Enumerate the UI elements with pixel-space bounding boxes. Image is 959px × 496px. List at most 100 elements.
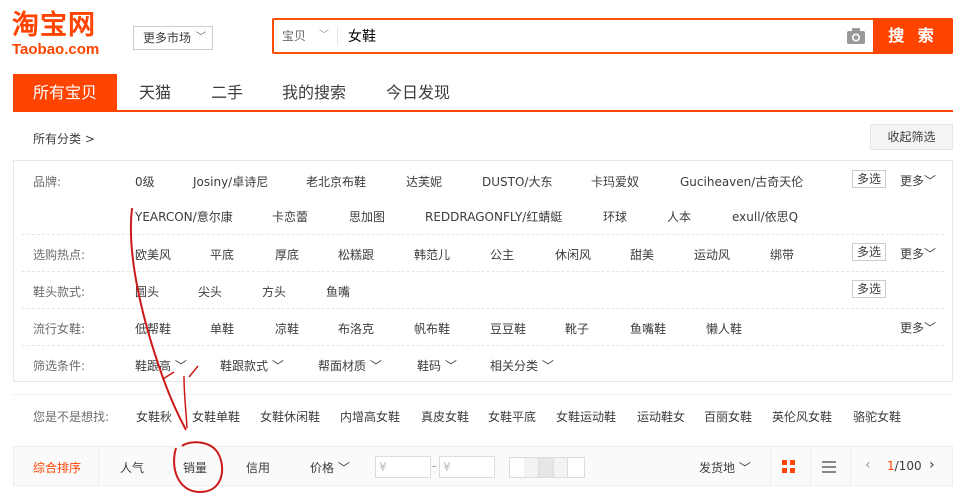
filter-item[interactable]: 绑带 <box>770 246 794 263</box>
filter-item[interactable]: 厚底 <box>275 246 299 263</box>
more-markets-dropdown[interactable]: 更多市场 ﹀ <box>133 26 213 50</box>
filter-item[interactable]: 帆布鞋 <box>414 320 450 337</box>
filter-dropdown[interactable]: 鞋跟款式 ﹀ <box>220 357 284 374</box>
filter-item[interactable]: 思加图 <box>349 208 385 225</box>
divider <box>770 447 771 485</box>
filter-item[interactable]: 休闲风 <box>555 246 591 263</box>
multi-select-button[interactable]: 多选 <box>852 280 887 298</box>
filter-item[interactable]: 公主 <box>490 246 514 263</box>
chevron-left-icon[interactable]: ‹ <box>865 457 871 473</box>
filter-item[interactable]: 平底 <box>210 246 234 263</box>
filter-row-hot: 选购热点: 欧美风 平底 厚底 松糕跟 韩范儿 公主 休闲风 甜美 运动风 绑带… <box>14 235 952 272</box>
filter-row-conditions: 筛选条件: 鞋跟高 ﹀ 鞋跟款式 ﹀ 帮面材质 ﹀ 鞋码 ﹀ 相关分类 ﹀ <box>14 346 952 382</box>
more-button[interactable]: 更多﹀ <box>900 319 936 336</box>
filter-item[interactable]: 布洛克 <box>338 320 374 337</box>
tab-second-hand[interactable]: 二手 <box>207 74 247 112</box>
taobao-logo[interactable]: 淘宝网 Taobao.com <box>12 10 122 62</box>
filter-row-brand: 品牌: 0级 Josiny/卓诗尼 老北京布鞋 达芙妮 DUSTO/大东 卡玛爱… <box>14 161 952 235</box>
filter-item[interactable]: 方头 <box>262 283 286 300</box>
ship-from-dropdown[interactable]: 发货地 ﹀ <box>699 459 751 476</box>
did-you-mean: 您是不是想找: 女鞋秋 女鞋单鞋 女鞋休闲鞋 内增高女鞋 真皮女鞋 女鞋平底 女… <box>13 394 953 434</box>
suggest-link[interactable]: 英伦风女鞋 <box>772 408 832 425</box>
sort-bar: 综合排序 人气 销量 信用 价格 ﹀ ¥ - ¥ 发货地 ﹀ ‹ 1/100 › <box>13 446 953 486</box>
filter-item[interactable]: exull/依思Q <box>732 208 798 225</box>
chevron-down-icon: ﹀ <box>196 32 206 43</box>
filter-item[interactable]: 卡恋蕾 <box>272 208 308 225</box>
suggest-link[interactable]: 女鞋秋 <box>136 408 172 425</box>
filter-item[interactable]: 0级 <box>135 173 155 190</box>
filter-item[interactable]: 甜美 <box>630 246 654 263</box>
view-toggle-placeholder[interactable] <box>509 457 585 478</box>
filter-item[interactable]: 松糕跟 <box>338 246 374 263</box>
chevron-right-icon[interactable]: › <box>929 457 935 473</box>
more-button[interactable]: 更多﹀ <box>900 172 936 189</box>
filter-item[interactable]: 凉鞋 <box>275 320 299 337</box>
sort-credit[interactable]: 信用 <box>246 459 270 476</box>
filter-dropdown[interactable]: 鞋跟高 ﹀ <box>135 357 187 374</box>
filter-item[interactable]: 欧美风 <box>135 246 171 263</box>
filter-dropdown[interactable]: 相关分类 ﹀ <box>490 357 554 374</box>
suggest-link[interactable]: 女鞋单鞋 <box>192 408 240 425</box>
more-button[interactable]: 更多﹀ <box>900 245 936 262</box>
multi-select-button[interactable]: 多选 <box>852 170 887 188</box>
tab-my-search[interactable]: 我的搜索 <box>279 74 349 112</box>
suggest-link[interactable]: 百丽女鞋 <box>704 408 752 425</box>
camera-icon[interactable] <box>845 26 867 46</box>
filter-item[interactable]: 运动风 <box>694 246 730 263</box>
filter-item[interactable]: 鱼嘴鞋 <box>630 320 666 337</box>
filter-item[interactable]: 鱼嘴 <box>326 283 350 300</box>
more-markets-label: 更多市场 <box>143 31 192 45</box>
pager-total: /100 <box>894 459 922 473</box>
sort-default[interactable]: 综合排序 <box>33 459 81 476</box>
sort-popularity[interactable]: 人气 <box>120 459 144 476</box>
price-max-input[interactable]: ¥ <box>439 456 495 478</box>
filter-item[interactable]: 低帮鞋 <box>135 320 171 337</box>
tab-all-items[interactable]: 所有宝贝 <box>13 74 117 112</box>
search-button[interactable]: 搜 索 <box>873 18 953 54</box>
filter-item[interactable]: 韩范儿 <box>414 246 450 263</box>
filter-item[interactable]: 人本 <box>667 208 691 225</box>
filter-item[interactable]: 单鞋 <box>210 320 234 337</box>
filter-label: 流行女鞋: <box>33 322 86 336</box>
filter-item[interactable]: 豆豆鞋 <box>490 320 526 337</box>
filter-item[interactable]: 卡玛爱奴 <box>591 173 639 190</box>
grid-view-icon[interactable] <box>782 460 796 474</box>
collapse-filters-button[interactable]: 收起筛选 <box>870 124 953 150</box>
filter-item[interactable]: Guciheaven/古奇天伦 <box>680 173 803 190</box>
filter-dropdown[interactable]: 鞋码 ﹀ <box>417 357 457 374</box>
collapse-filters-label: 收起筛选 <box>887 130 936 144</box>
filter-label: 选购热点: <box>33 248 86 262</box>
sort-sales[interactable]: 销量 <box>183 459 207 476</box>
search-scope-select[interactable]: 宝贝 ﹀ <box>282 27 338 45</box>
list-view-icon[interactable] <box>822 460 836 474</box>
filter-item[interactable]: 达芙妮 <box>406 173 442 190</box>
filter-item[interactable]: REDDRAGONFLY/红蜻蜓 <box>425 208 562 225</box>
suggest-link[interactable]: 女鞋平底 <box>488 408 536 425</box>
filter-item[interactable]: Josiny/卓诗尼 <box>193 173 268 190</box>
filter-item[interactable]: 懒人鞋 <box>706 320 742 337</box>
suggest-link[interactable]: 运动鞋女 <box>637 408 685 425</box>
filter-item[interactable]: 靴子 <box>565 320 589 337</box>
logo-english: Taobao.com <box>12 41 100 58</box>
divider <box>850 447 851 485</box>
filter-item[interactable]: 尖头 <box>198 283 222 300</box>
suggest-link[interactable]: 内增高女鞋 <box>340 408 400 425</box>
filter-item[interactable]: DUSTO/大东 <box>482 173 552 190</box>
sort-price[interactable]: 价格 ﹀ <box>310 459 350 476</box>
search-input[interactable] <box>348 24 828 48</box>
tab-today-discover[interactable]: 今日发现 <box>383 74 453 112</box>
filter-item[interactable]: YEARCON/意尔康 <box>135 208 233 225</box>
all-categories-link[interactable]: 所有分类 > <box>33 130 95 147</box>
filter-item[interactable]: 圆头 <box>135 283 159 300</box>
tab-tmall[interactable]: 天猫 <box>135 74 175 112</box>
price-min-input[interactable]: ¥ <box>375 456 431 478</box>
suggest-link[interactable]: 真皮女鞋 <box>421 408 469 425</box>
multi-select-button[interactable]: 多选 <box>852 243 887 261</box>
filter-dropdown[interactable]: 帮面材质 ﹀ <box>318 357 382 374</box>
suggest-link[interactable]: 女鞋运动鞋 <box>556 408 616 425</box>
filter-item[interactable]: 老北京布鞋 <box>306 173 366 190</box>
filter-item[interactable]: 环球 <box>603 208 627 225</box>
suggest-link[interactable]: 骆驼女鞋 <box>853 408 901 425</box>
suggest-link[interactable]: 女鞋休闲鞋 <box>260 408 320 425</box>
category-row: 所有分类 > 收起筛选 <box>13 122 953 152</box>
